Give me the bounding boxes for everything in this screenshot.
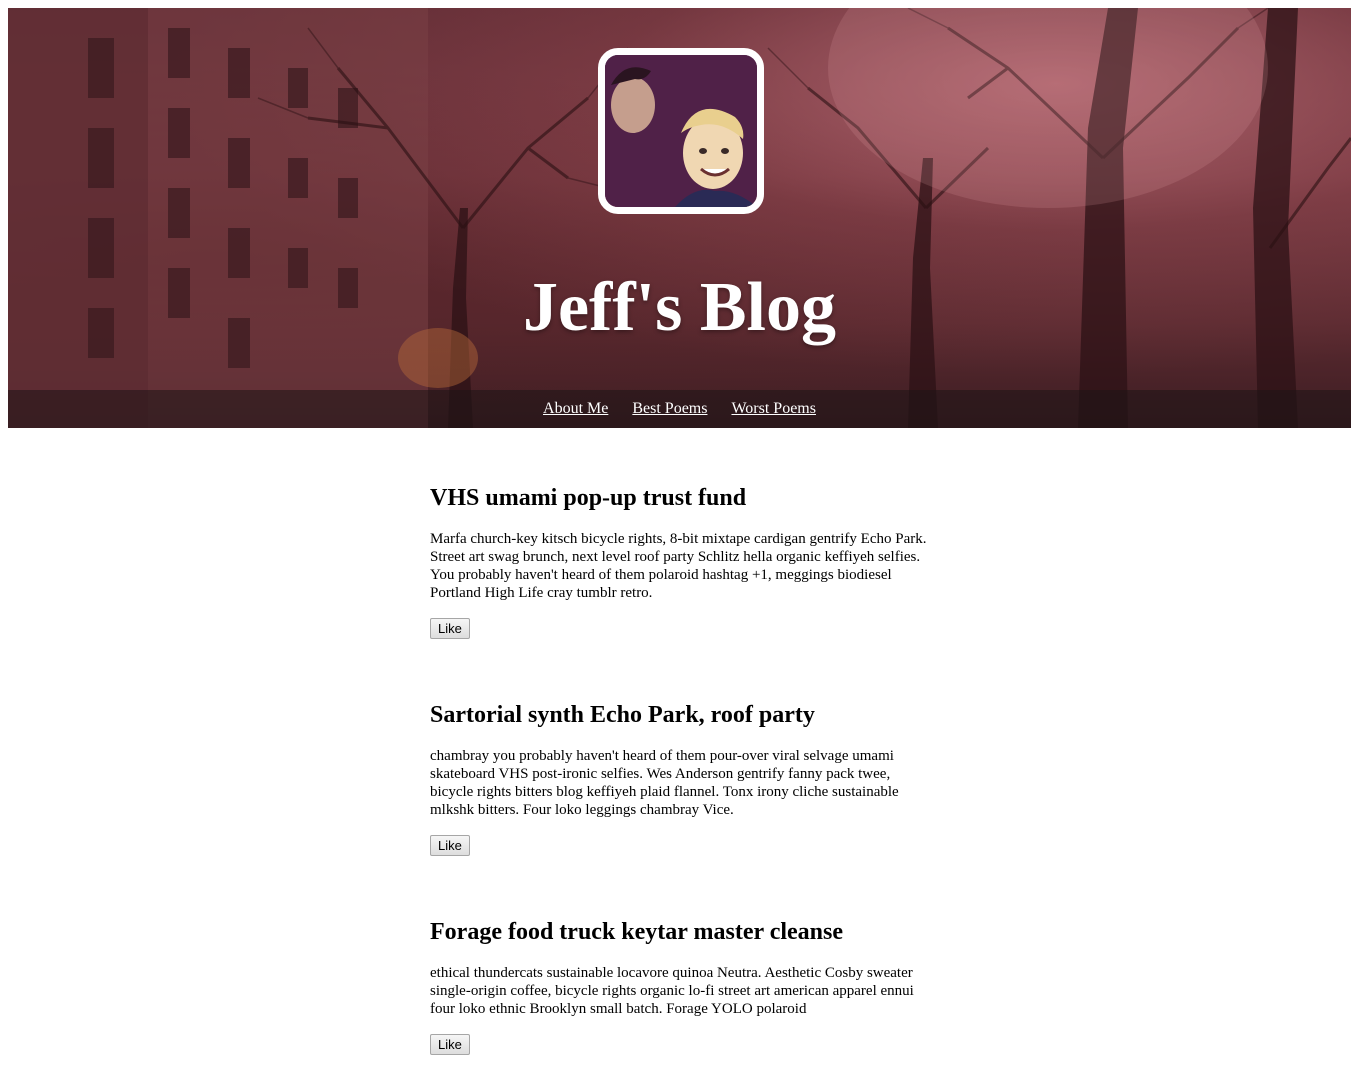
main-nav: About Me Best Poems Worst Poems [8,390,1351,428]
avatar [598,48,764,214]
post-body: ethical thundercats sustainable locavore… [430,965,914,1017]
post-title: VHS umami pop-up trust fund [430,485,747,511]
post: Forage food truck keytar master cleanse … [430,912,930,1055]
post-title: Sartorial synth Echo Park, roof party [430,702,815,728]
post: Sartorial synth Echo Park, roof party ch… [430,695,930,856]
like-button[interactable]: Like [430,618,470,639]
avatar-photo [605,55,757,207]
nav-link-about-me[interactable]: About Me [543,400,608,417]
post-body: Marfa church-key kitsch bicycle rights, … [430,531,927,601]
nav-link-best-poems[interactable]: Best Poems [632,400,707,417]
post-title: Forage food truck keytar master cleanse [430,919,844,945]
post: VHS umami pop-up trust fund Marfa church… [430,478,930,639]
like-button[interactable]: Like [430,835,470,856]
like-button[interactable]: Like [430,1034,470,1055]
blog-title: Jeff's Blog [522,269,837,346]
post-list: VHS umami pop-up trust fund Marfa church… [430,478,930,1055]
post-body: chambray you probably haven't heard of t… [430,748,899,818]
nav-link-worst-poems[interactable]: Worst Poems [731,400,816,417]
site-header: Jeff's Blog About Me Best Poems Worst Po… [8,8,1351,428]
